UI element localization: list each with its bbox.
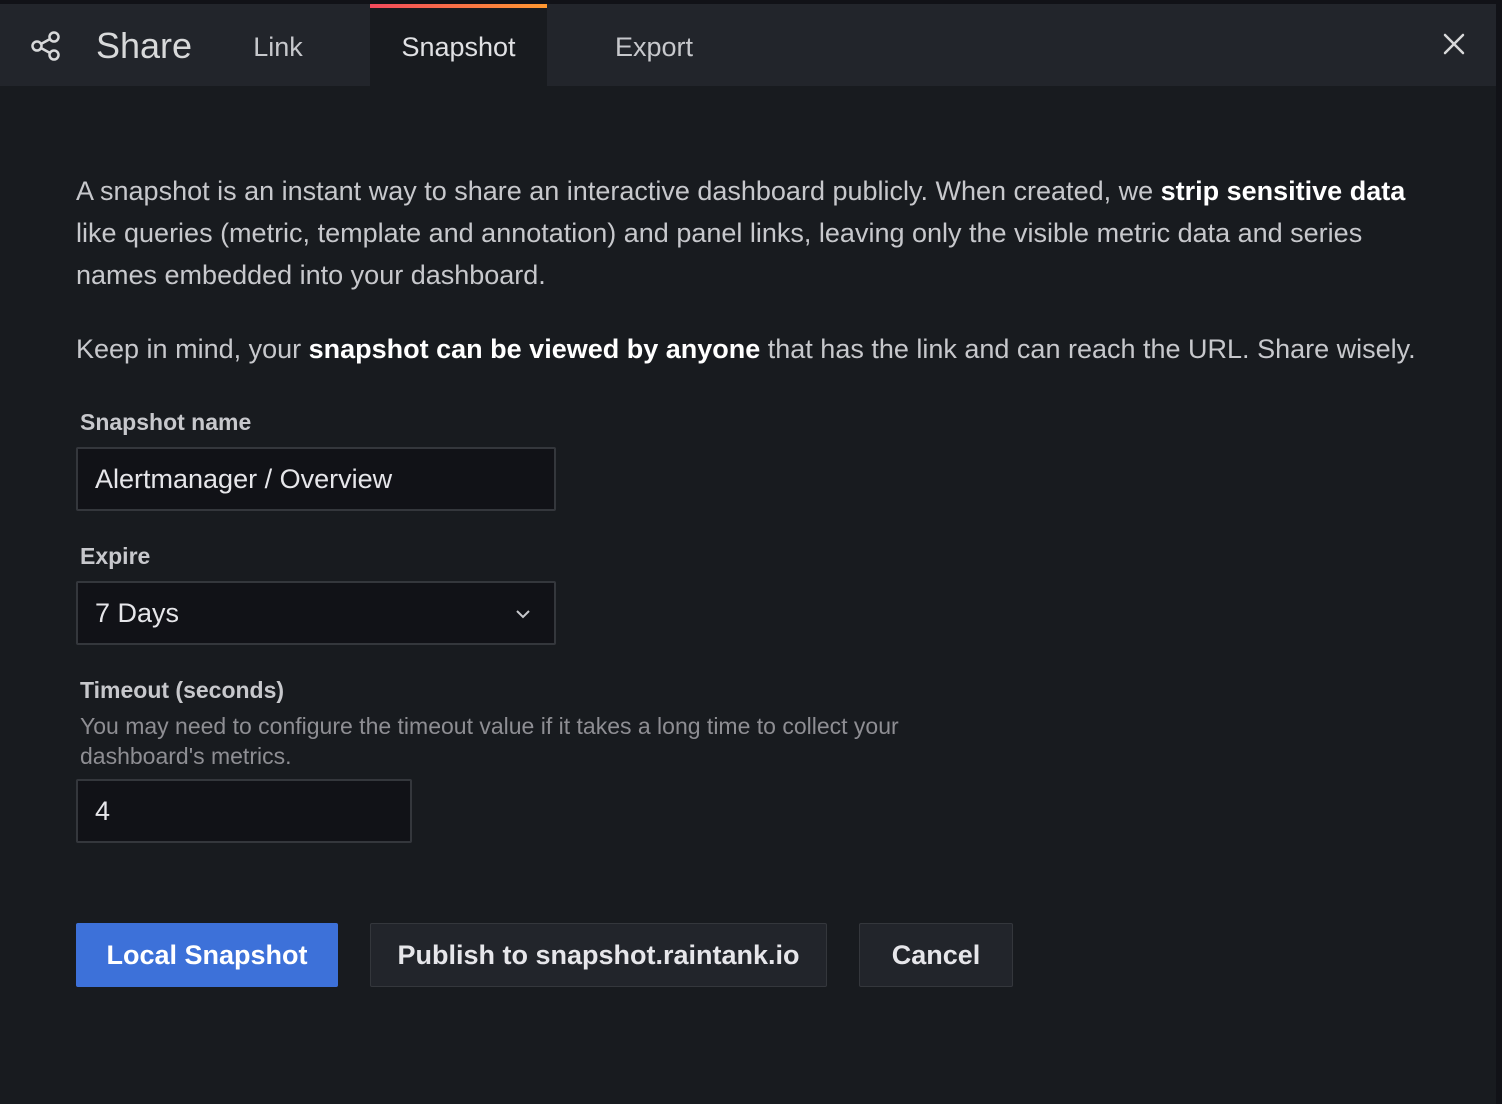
modal-title: Share bbox=[96, 25, 193, 66]
cancel-button[interactable]: Cancel bbox=[859, 923, 1013, 987]
share-icon bbox=[31, 31, 60, 61]
share-modal: Share Link Snapshot Export A snapshot is… bbox=[0, 0, 1502, 1104]
tab-link[interactable]: Link bbox=[228, 4, 328, 86]
right-edge bbox=[1496, 0, 1502, 1104]
snapshot-name-input[interactable]: Alertmanager / Overview bbox=[76, 447, 556, 511]
description-paragraph-1: A snapshot is an instant way to share an… bbox=[76, 170, 1426, 296]
timeout-value: 4 bbox=[95, 795, 111, 826]
local-snapshot-button[interactable]: Local Snapshot bbox=[76, 923, 338, 987]
expire-select[interactable]: 7 Days bbox=[76, 581, 556, 645]
timeout-input[interactable]: 4 bbox=[76, 779, 412, 843]
description-emphasis: strip sensitive data bbox=[1160, 176, 1406, 206]
tab-export[interactable]: Export bbox=[584, 4, 724, 86]
modal-header: Share Link Snapshot Export bbox=[0, 4, 1496, 86]
tab-snapshot-label: Snapshot bbox=[401, 32, 516, 62]
expire-value: 7 Days bbox=[95, 597, 180, 628]
snapshot-name-label: Snapshot name bbox=[80, 409, 252, 435]
close-icon[interactable] bbox=[1436, 26, 1472, 62]
expire-label: Expire bbox=[80, 543, 151, 569]
description-text: that has the link and can reach the URL.… bbox=[760, 334, 1416, 364]
timeout-label: Timeout (seconds) bbox=[80, 677, 285, 703]
description-text: like queries (metric, template and annot… bbox=[76, 218, 1363, 290]
description-text: A snapshot is an instant way to share an… bbox=[76, 176, 1161, 206]
publish-snapshot-button[interactable]: Publish to snapshot.raintank.io bbox=[370, 923, 827, 987]
chevron-down-icon bbox=[516, 610, 530, 619]
snapshot-name-value: Alertmanager / Overview bbox=[95, 463, 393, 494]
tab-snapshot[interactable]: Snapshot bbox=[370, 4, 547, 86]
description: A snapshot is an instant way to share an… bbox=[76, 170, 1426, 370]
description-paragraph-2: Keep in mind, your snapshot can be viewe… bbox=[76, 328, 1426, 370]
description-emphasis: snapshot can be viewed by anyone bbox=[308, 334, 761, 364]
timeout-description: You may need to configure the timeout va… bbox=[80, 713, 899, 769]
description-text: Keep in mind, your bbox=[76, 334, 309, 364]
active-tab-indicator bbox=[370, 4, 547, 8]
